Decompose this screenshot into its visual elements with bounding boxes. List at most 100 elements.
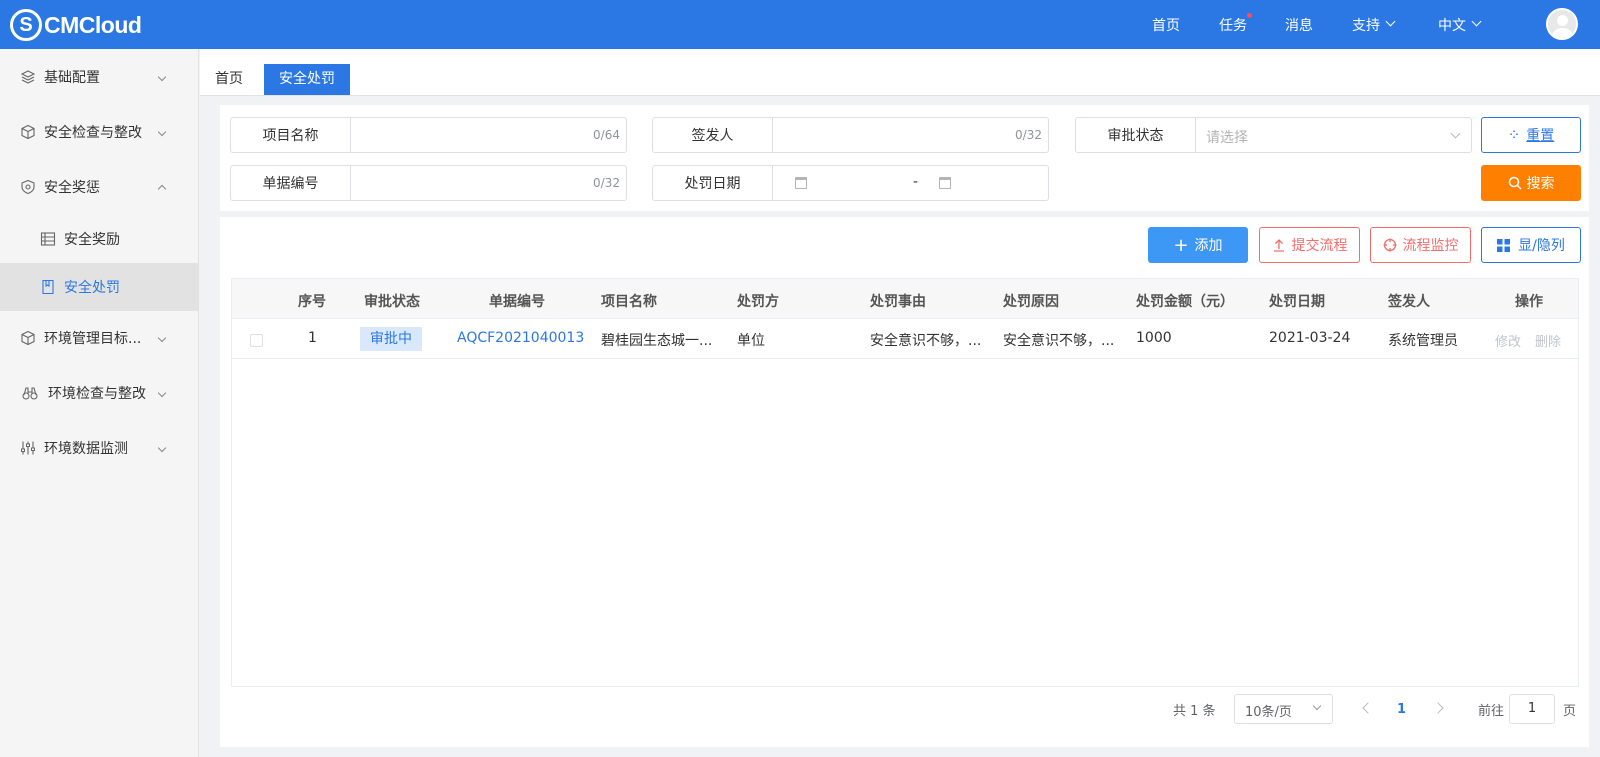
chevron-down-icon	[157, 443, 167, 453]
logo-text: CMCloud	[44, 11, 142, 38]
approval-status-select[interactable]: 审批状态 请选择	[1075, 117, 1472, 153]
chevron-down-icon	[157, 72, 167, 82]
upload-icon	[1273, 239, 1284, 252]
list-icon	[40, 232, 56, 246]
chevron-down-icon	[157, 127, 167, 137]
row-checkbox[interactable]	[250, 334, 263, 347]
chevron-down-icon	[157, 333, 167, 343]
col-header-date: 处罚日期	[1269, 294, 1325, 310]
sidebar-item-environment-inspection[interactable]: 环境检查与整改	[0, 369, 199, 417]
toggle-columns-button[interactable]: 显/隐列	[1481, 227, 1581, 263]
search-label: 搜索	[1526, 176, 1555, 192]
sidebar-item-safety-inspection[interactable]: 安全检查与整改	[0, 108, 199, 156]
logo-icon: S	[10, 9, 42, 41]
crosshair-icon	[1383, 238, 1396, 252]
search-button[interactable]: 搜索	[1481, 165, 1581, 201]
goto-page-input[interactable]: 1	[1509, 694, 1555, 724]
issuer-input[interactable]: 0/32	[773, 118, 1048, 152]
col-header-project: 项目名称	[601, 294, 657, 310]
page-suffix: 页	[1563, 703, 1577, 719]
penalty-table: 序号 审批状态 单据编号 项目名称 处罚方 处罚事由 处罚原因 处罚金额（元） …	[231, 278, 1579, 687]
cell-matter: 安全意识不够，...	[870, 333, 982, 349]
cell-project: 碧桂园生态城一...	[601, 333, 713, 349]
grid-icon	[1497, 238, 1511, 252]
calendar-icon	[939, 177, 951, 189]
chevron-down-icon	[1450, 128, 1461, 139]
layers-icon	[20, 70, 36, 84]
field-label: 单据编号	[231, 166, 351, 200]
doc-number-input[interactable]: 0/32	[351, 166, 626, 200]
nav-support[interactable]: 支持	[1352, 0, 1396, 49]
cell-party: 单位	[737, 333, 765, 349]
sidebar-item-label: 环境数据监测	[44, 441, 128, 457]
table-row: 1 审批中 AQCF2021040013 碧桂园生态城一... 单位 安全意识不…	[232, 319, 1578, 359]
doc-number-field[interactable]: 单据编号 0/32	[230, 165, 627, 201]
sidebar-item-safety-penalties[interactable]: 安全处罚	[0, 263, 199, 311]
current-page[interactable]: 1	[1397, 694, 1406, 724]
col-header-matter: 处罚事由	[870, 294, 926, 310]
page-tabs: 首页 安全处罚	[200, 49, 1600, 96]
cmcloud-logo[interactable]: S CMCloud	[10, 9, 142, 41]
sidebar-item-basic-config[interactable]: 基础配置	[0, 53, 199, 101]
col-header-index: 序号	[298, 294, 326, 310]
cube-icon	[21, 124, 35, 140]
total-count: 共 1 条	[1173, 703, 1216, 719]
project-name-field[interactable]: 项目名称 0/64	[230, 117, 627, 153]
chevron-down-icon	[1385, 16, 1396, 27]
add-button[interactable]: + 添加	[1148, 227, 1248, 263]
penalty-date-range[interactable]: 处罚日期 -	[652, 165, 1049, 201]
nav-support-label: 支持	[1352, 17, 1380, 34]
goto-label: 前往	[1478, 703, 1505, 719]
field-label: 审批状态	[1076, 118, 1196, 152]
sidebar-item-safety-rewards[interactable]: 安全奖励	[0, 215, 199, 263]
nav-tasks-label: 任务	[1219, 17, 1247, 34]
cube-icon	[21, 330, 35, 346]
notification-dot-icon	[1247, 12, 1252, 18]
char-counter: 0/32	[1015, 128, 1042, 142]
cell-issuer: 系统管理员	[1388, 333, 1458, 349]
sidebar-item-environment-monitoring[interactable]: 环境数据监测	[0, 424, 199, 472]
flow-monitor-button[interactable]: 流程监控	[1370, 227, 1471, 263]
select-placeholder: 请选择	[1206, 130, 1248, 146]
chevron-down-icon	[157, 388, 167, 398]
language-label: 中文	[1438, 17, 1466, 34]
approval-status-dropdown[interactable]: 请选择	[1196, 118, 1471, 152]
page-size-select[interactable]: 10条/页	[1234, 694, 1333, 724]
char-counter: 0/64	[593, 128, 620, 142]
search-icon	[1508, 176, 1522, 190]
sliders-icon	[21, 441, 35, 455]
sidebar-item-environment-goals[interactable]: 环境管理目标...	[0, 314, 199, 362]
tab-safety-penalties[interactable]: 安全处罚	[264, 64, 350, 95]
project-name-input[interactable]: 0/64	[351, 118, 626, 152]
cell-date: 2021-03-24	[1269, 330, 1351, 346]
binoculars-icon	[22, 387, 38, 400]
top-navbar: S CMCloud 首页 任务 消息 支持 中文	[0, 0, 1600, 49]
user-avatar[interactable]	[1546, 8, 1578, 40]
language-select[interactable]: 中文	[1438, 0, 1482, 49]
status-badge: 审批中	[360, 327, 422, 351]
date-range-input[interactable]: -	[773, 166, 1048, 200]
sidebar-item-label: 安全处罚	[64, 280, 120, 296]
doc-number-link[interactable]: AQCF2021040013	[457, 330, 584, 346]
submit-flow-button[interactable]: 提交流程	[1259, 227, 1360, 263]
tab-home[interactable]: 首页	[200, 64, 258, 95]
cell-index: 1	[308, 330, 317, 346]
sidebar: 基础配置 安全检查与整改 安全奖惩 安全奖励 安全处罚 环境管理目标... 环境…	[0, 49, 199, 757]
chevron-down-icon	[1312, 701, 1322, 711]
col-header-actions: 操作	[1515, 294, 1543, 310]
cell-reason: 安全意识不够，...	[1003, 333, 1115, 349]
issuer-field[interactable]: 签发人 0/32	[652, 117, 1049, 153]
nav-messages[interactable]: 消息	[1285, 15, 1313, 35]
nav-home[interactable]: 首页	[1152, 15, 1180, 35]
table-header: 序号 审批状态 单据编号 项目名称 处罚方 处罚事由 处罚原因 处罚金额（元） …	[232, 279, 1578, 319]
reset-button[interactable]: ⁘ 重置	[1481, 117, 1581, 153]
delete-link[interactable]: 删除	[1535, 331, 1561, 350]
field-label: 处罚日期	[653, 166, 773, 200]
col-header-status: 审批状态	[364, 294, 420, 310]
nav-tasks[interactable]: 任务	[1219, 12, 1252, 35]
edit-link[interactable]: 修改	[1495, 331, 1521, 350]
sidebar-item-safety-rewards-penalties[interactable]: 安全奖惩	[0, 163, 199, 211]
sidebar-item-label: 基础配置	[44, 70, 100, 86]
field-label: 项目名称	[231, 118, 351, 152]
char-counter: 0/32	[593, 176, 620, 190]
